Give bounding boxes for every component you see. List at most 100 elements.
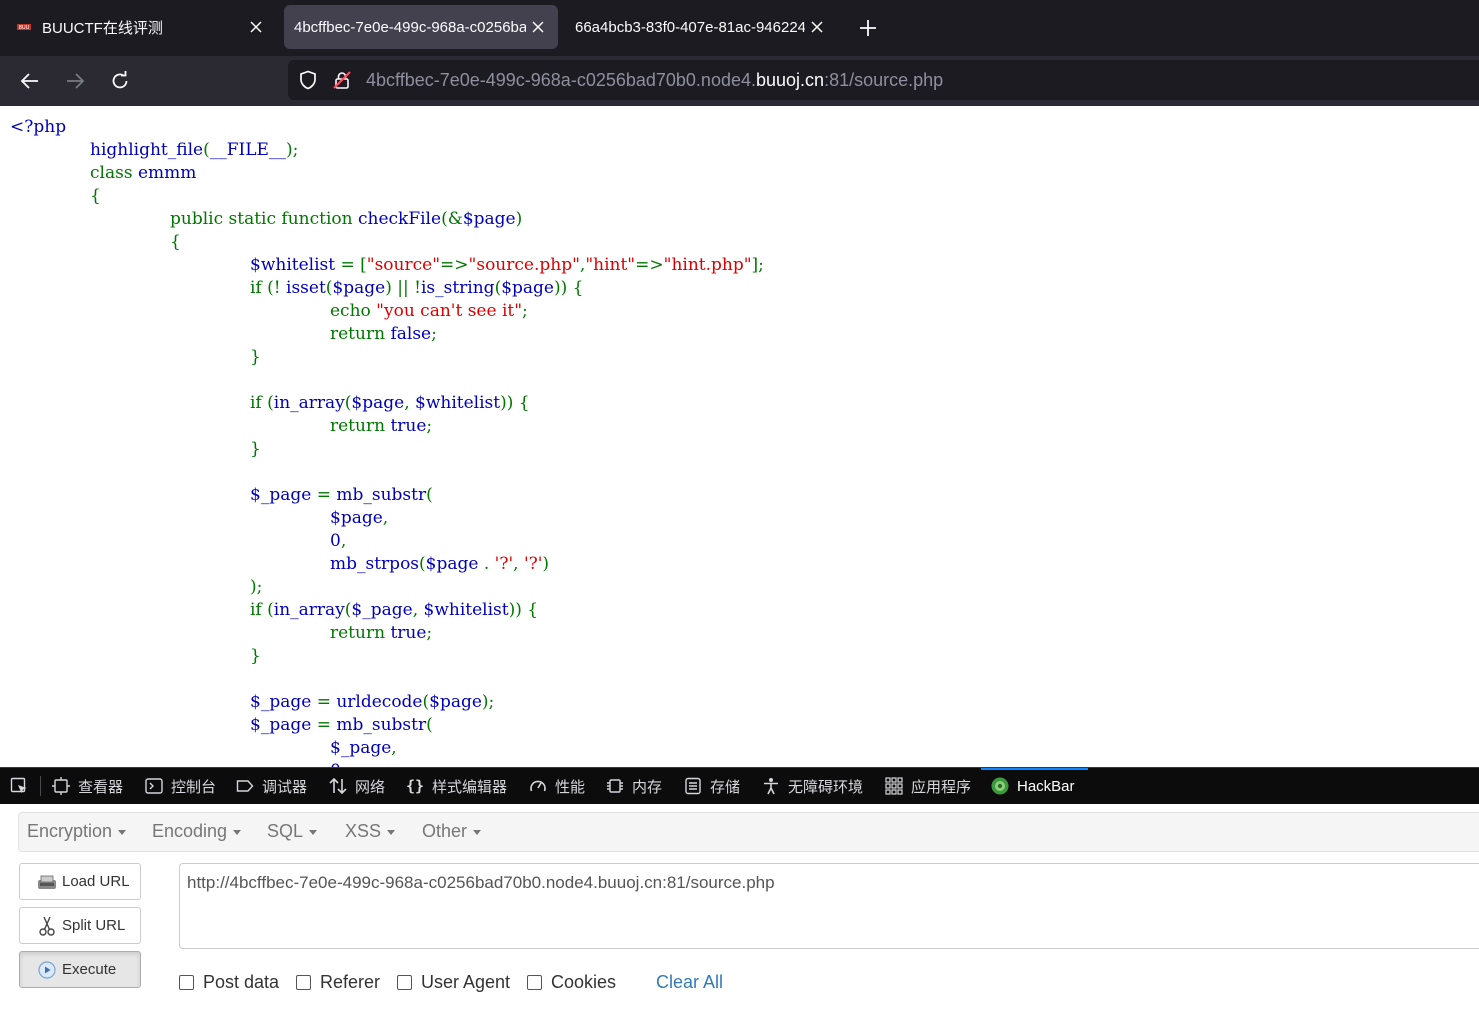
checkbox-box[interactable] [527,975,542,990]
menu-label: Encoding [152,821,228,841]
code-line: ); [250,576,262,599]
split-url-button[interactable]: Split URL [19,907,141,944]
load-url-icon [38,875,56,889]
code-token: "source.php" [468,255,580,275]
tab-buuctf[interactable]: BUU BUUCTF在线评测 [4,5,276,49]
menu-other[interactable]: Other [422,821,482,842]
close-icon[interactable] [526,15,550,39]
execute-button[interactable]: Execute [19,951,141,988]
element-picker-icon [10,777,27,793]
code-token: { [90,186,101,206]
load-url-button[interactable]: Load URL [19,863,141,900]
devtools-tab-storage[interactable]: 存储 [684,768,740,804]
clear-all-link[interactable]: Clear All [656,972,723,993]
devtools-tab-label: 应用程序 [911,778,972,796]
code-line: 0, [330,530,346,553]
tracking-protection-shield-icon[interactable] [298,70,318,90]
forward-button[interactable] [59,65,91,97]
devtools-tab-application[interactable]: 应用程序 [885,768,971,804]
code-token: = [ [340,255,367,275]
menu-label: XSS [345,821,382,841]
code-token: ); [250,577,263,597]
menu-encryption[interactable]: Encryption [27,821,127,842]
checkbox-label: Referer [320,972,381,992]
code-token: class [90,163,138,183]
back-button[interactable] [14,65,46,97]
svg-text:{}: {} [406,777,424,795]
devtools-tab-style-editor[interactable]: {} 样式编辑器 [406,768,507,804]
code-token: false [390,324,432,344]
code-token: ]; [751,255,764,275]
code-token: ( [426,715,433,735]
code-token: , [412,600,424,620]
user-agent-checkbox[interactable]: User Agent [397,972,510,993]
menu-sql[interactable]: SQL [267,821,318,842]
code-token: highlight_file [90,140,204,160]
code-token: return [330,416,391,436]
code-line: class emmm [90,162,196,185]
checkbox-box[interactable] [179,975,194,990]
devtools-tab-console[interactable]: 控制台 [145,768,216,804]
code-token: $whitelist [415,393,501,413]
menu-encoding[interactable]: Encoding [152,821,242,842]
reload-button[interactable] [104,65,136,97]
checkbox-box[interactable] [296,975,311,990]
devtools-tab-memory[interactable]: 内存 [606,768,662,804]
devtools-tab-label: 性能 [555,778,586,796]
referer-checkbox[interactable]: Referer [296,972,380,993]
tab-66a4bcb3[interactable]: 66a4bcb3-83f0-407e-81ac-946224 [565,5,837,49]
devtools-tab-label: 内存 [632,778,663,796]
devtools-tab-performance[interactable]: 性能 [529,768,585,804]
devtools-tab-inspector[interactable]: 查看器 [52,768,123,804]
toolbar-divider [40,776,41,796]
devtools-tab-hackbar[interactable]: HackBar [991,768,1075,804]
code-line: { [90,185,101,208]
caret-down-icon [387,829,396,835]
code-line: } [250,438,261,461]
new-tab-button[interactable] [854,14,882,42]
code-token: $_page [351,600,413,620]
post-data-checkbox[interactable]: Post data [179,972,279,993]
caret-down-icon [473,829,482,835]
code-token: ; [522,301,528,321]
url-text[interactable]: 4bcffbec-7e0e-499c-968a-c0256bad70b0.nod… [366,70,943,91]
checkbox-box[interactable] [397,975,412,990]
code-line: { [170,231,181,254]
code-token: isset [286,278,326,298]
element-picker-button[interactable] [10,768,36,804]
code-line: <?php [10,116,66,139]
tab-strip: BUU BUUCTF在线评测 4bcffbec-7e0e-499c-968a-c… [0,0,1479,56]
menu-label: Other [422,821,468,841]
code-token: ( [426,485,433,505]
close-icon[interactable] [805,15,829,39]
code-token: ) || ! [385,278,421,298]
code-line: $_page = mb_substr( [250,714,433,737]
code-token: mb_substr [336,485,427,505]
code-token: in_array [273,600,345,620]
code-line: if (! isset($page) || !is_string($page))… [250,277,583,300]
tab-title: BUUCTF在线评测 [42,19,163,37]
url-bar[interactable]: 4bcffbec-7e0e-499c-968a-c0256bad70b0.nod… [288,60,1479,100]
code-token: $_page [250,692,317,712]
performance-icon [530,780,546,792]
code-token: return [330,623,391,643]
caret-down-icon [309,829,318,835]
url-suffix: :81/source.php [824,70,944,90]
url-textarea[interactable]: http://4bcffbec-7e0e-499c-968a-c0256bad7… [179,863,1479,949]
code-token: , [382,508,389,528]
close-icon[interactable] [244,15,268,39]
code-token: ; [426,416,433,436]
code-token: = [316,692,337,712]
devtools-tab-network[interactable]: 网络 [329,768,385,804]
play-icon [38,960,56,979]
tab-source-php[interactable]: 4bcffbec-7e0e-499c-968a-c0256bad70b0.nod… [284,5,558,49]
devtools-tab-accessibility[interactable]: 无障碍环境 [762,768,863,804]
code-line: public static function checkFile(&$page) [170,208,522,231]
menu-xss[interactable]: XSS [345,821,396,842]
insecure-lock-icon[interactable] [332,70,352,90]
code-token: if ( [250,600,274,620]
devtools-tab-debugger[interactable]: 调试器 [236,768,307,804]
code-line: return true; [330,622,432,645]
code-token: checkFile [357,209,442,229]
cookies-checkbox[interactable]: Cookies [527,972,616,993]
